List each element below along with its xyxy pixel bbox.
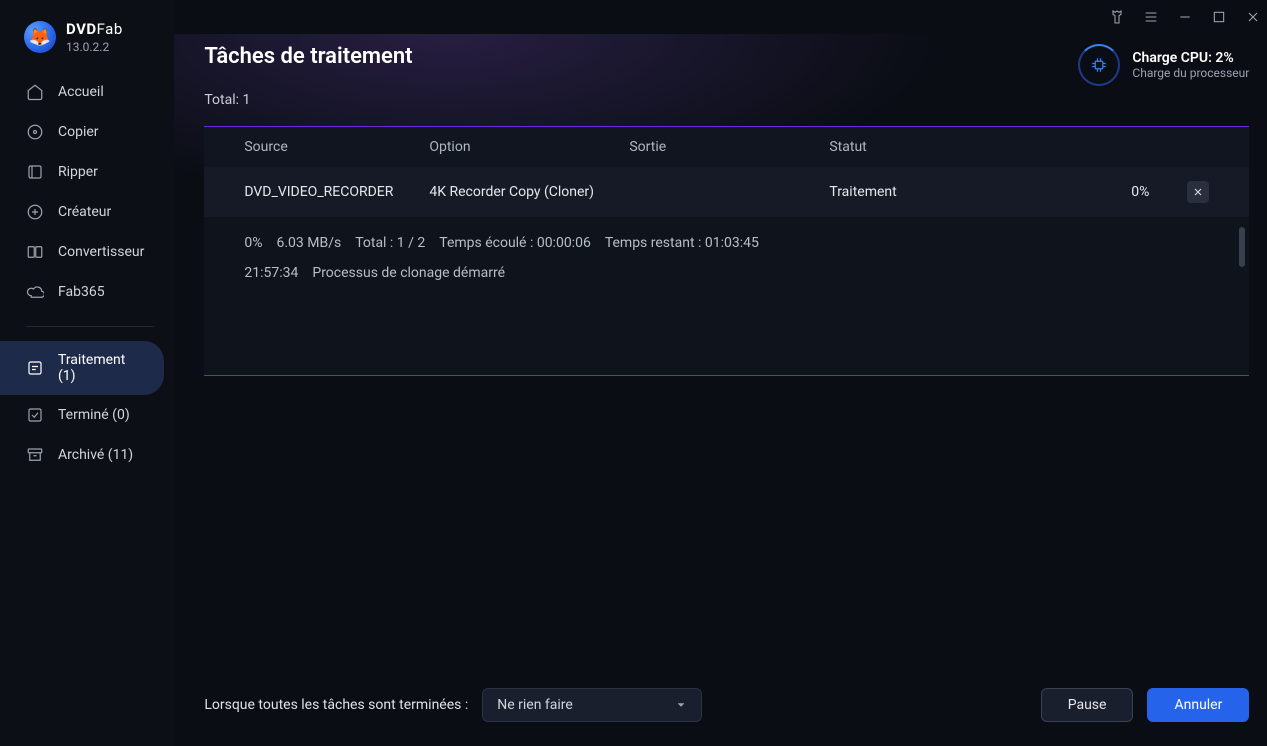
convert-icon bbox=[26, 243, 44, 261]
sidebar-item-converter[interactable]: Convertisseur bbox=[0, 232, 164, 272]
cell-status: Traitement bbox=[829, 184, 1019, 200]
close-icon[interactable] bbox=[1245, 9, 1261, 25]
detail-elapsed: Temps écoulé : 00:00:06 bbox=[439, 235, 591, 251]
maximize-icon[interactable] bbox=[1211, 9, 1227, 25]
detail-line-progress: 0% 6.03 MB/s Total : 1 / 2 Temps écoulé … bbox=[244, 235, 1209, 251]
rip-icon bbox=[26, 163, 44, 181]
page-title: Tâches de traitement bbox=[204, 44, 412, 69]
col-option: Option bbox=[429, 139, 629, 155]
pause-button[interactable]: Pause bbox=[1041, 688, 1134, 722]
col-status: Statut bbox=[829, 139, 1019, 155]
select-value: Ne rien faire bbox=[497, 697, 573, 713]
done-icon bbox=[26, 406, 44, 424]
content: Tâches de traitement Charge CPU: 2% Char… bbox=[174, 34, 1267, 746]
sidebar-item-home[interactable]: Accueil bbox=[0, 72, 164, 112]
sidebar-item-label: Traitement (1) bbox=[58, 352, 144, 384]
titlebar bbox=[174, 0, 1267, 34]
col-output: Sortie bbox=[629, 139, 829, 155]
sidebar-item-label: Copier bbox=[58, 124, 99, 140]
sidebar-item-archived[interactable]: Archivé (11) bbox=[0, 435, 164, 475]
sidebar-item-creator[interactable]: Créateur bbox=[0, 192, 164, 232]
nav-queue: Traitement (1) Terminé (0) Archivé (11) bbox=[0, 341, 174, 475]
archive-icon bbox=[26, 446, 44, 464]
cancel-button[interactable]: Annuler bbox=[1147, 688, 1249, 722]
sidebar-item-ripper[interactable]: Ripper bbox=[0, 152, 164, 192]
cell-source: DVD_VIDEO_RECORDER bbox=[244, 184, 429, 200]
main: Tâches de traitement Charge CPU: 2% Char… bbox=[174, 0, 1267, 746]
task-details: 0% 6.03 MB/s Total : 1 / 2 Temps écoulé … bbox=[204, 217, 1249, 376]
cpu-subtitle: Charge du processeur bbox=[1132, 66, 1249, 80]
sidebar-item-label: Archivé (11) bbox=[58, 447, 133, 463]
cloud-icon bbox=[26, 283, 44, 301]
chevron-down-icon bbox=[675, 699, 687, 711]
sidebar-item-label: Terminé (0) bbox=[58, 407, 130, 423]
after-tasks-select[interactable]: Ne rien faire bbox=[482, 688, 702, 722]
sidebar-item-label: Créateur bbox=[58, 204, 111, 220]
task-table: Source Option Sortie Statut DVD_VIDEO_RE… bbox=[204, 126, 1249, 376]
detail-total: Total : 1 / 2 bbox=[355, 235, 425, 251]
minimize-icon[interactable] bbox=[1177, 9, 1193, 25]
task-cancel-button[interactable] bbox=[1187, 181, 1209, 203]
sidebar-item-fab365[interactable]: Fab365 bbox=[0, 272, 164, 312]
detail-percent: 0% bbox=[244, 235, 262, 251]
log-time: 21:57:34 bbox=[244, 265, 298, 281]
footer-label: Lorsque toutes les tâches sont terminées… bbox=[204, 697, 468, 713]
cpu-block: Charge CPU: 2% Charge du processeur bbox=[1078, 44, 1249, 86]
col-source: Source bbox=[244, 139, 429, 155]
nav-main: Accueil Copier Ripper Créateur Convertis… bbox=[0, 72, 174, 312]
sidebar-divider bbox=[26, 326, 154, 327]
footer: Lorsque toutes les tâches sont terminées… bbox=[204, 670, 1249, 726]
sidebar: 🦊 DVDFab 13.0.2.2 Accueil Copier Ripper … bbox=[0, 0, 174, 746]
menu-icon[interactable] bbox=[1143, 9, 1159, 25]
sidebar-item-copy[interactable]: Copier bbox=[0, 112, 164, 152]
home-icon bbox=[26, 83, 44, 101]
sidebar-item-label: Convertisseur bbox=[58, 244, 144, 260]
cell-option: 4K Recorder Copy (Cloner) bbox=[429, 184, 629, 200]
log-msg: Processus de clonage démarré bbox=[312, 265, 505, 281]
sidebar-item-label: Fab365 bbox=[58, 284, 105, 300]
detail-speed: 6.03 MB/s bbox=[276, 235, 341, 251]
table-header: Source Option Sortie Statut bbox=[204, 126, 1249, 167]
create-icon bbox=[26, 203, 44, 221]
shirt-icon[interactable] bbox=[1109, 9, 1125, 25]
sidebar-item-label: Accueil bbox=[58, 84, 104, 100]
table-row[interactable]: DVD_VIDEO_RECORDER 4K Recorder Copy (Clo… bbox=[204, 167, 1249, 217]
cpu-title: Charge CPU: 2% bbox=[1132, 50, 1249, 66]
app-version: 13.0.2.2 bbox=[66, 40, 123, 54]
detail-remaining: Temps restant : 01:03:45 bbox=[605, 235, 759, 251]
sidebar-item-done[interactable]: Terminé (0) bbox=[0, 395, 164, 435]
processing-icon bbox=[26, 359, 44, 377]
total-count: Total: 1 bbox=[204, 92, 1249, 108]
detail-line-log: 21:57:34 Processus de clonage démarré bbox=[244, 265, 1209, 281]
brand-name: DVDFab bbox=[66, 20, 123, 38]
sidebar-item-label: Ripper bbox=[58, 164, 98, 180]
scrollbar[interactable] bbox=[1239, 227, 1245, 267]
sidebar-item-processing[interactable]: Traitement (1) bbox=[0, 341, 164, 395]
disc-icon bbox=[26, 123, 44, 141]
cpu-icon bbox=[1078, 44, 1120, 86]
app-logo-icon: 🦊 bbox=[24, 21, 56, 53]
logo-block: 🦊 DVDFab 13.0.2.2 bbox=[0, 20, 174, 72]
cell-percent: 0% bbox=[1019, 184, 1149, 200]
